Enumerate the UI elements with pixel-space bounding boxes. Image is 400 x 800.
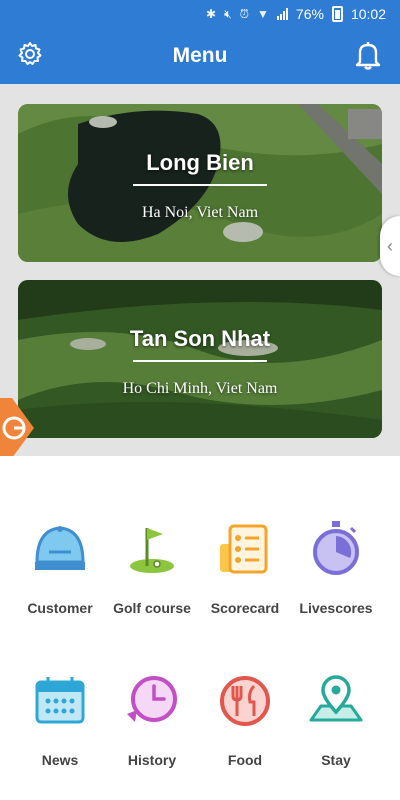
- cap-icon: [35, 526, 85, 570]
- mute-icon: 🔇︎: [224, 6, 232, 21]
- menu-grid: Customer Golf course Scorecard Livescore…: [0, 456, 400, 800]
- wifi-icon: ▼: [257, 7, 269, 21]
- card-overlay: [18, 104, 382, 262]
- chevron-left-icon: ‹: [387, 235, 393, 256]
- course-location: Ha Noi, Viet Nam: [141, 204, 259, 221]
- alarm-icon: ⏰︎: [239, 6, 250, 21]
- menu-label: Stay: [321, 752, 351, 768]
- golf-flag-icon: [130, 528, 174, 573]
- calendar-icon: [35, 677, 85, 724]
- card-overlay: [18, 280, 382, 438]
- menu-item-scorecard[interactable]: Scorecard: [195, 518, 295, 616]
- menu-item-golf-course[interactable]: Golf course: [102, 518, 202, 616]
- side-drawer-handle[interactable]: ‹: [380, 216, 400, 276]
- stopwatch-icon: [313, 521, 359, 575]
- divider: [133, 184, 267, 186]
- signal-icon: [276, 8, 288, 20]
- menu-item-stay[interactable]: Stay: [286, 670, 386, 768]
- toolbar: Menu: [0, 28, 400, 84]
- status-bar: ✱ 🔇︎ ⏰︎ ▼ 76% 10:02: [0, 0, 400, 28]
- menu-item-food[interactable]: Food: [195, 670, 295, 768]
- menu-label: Food: [227, 752, 263, 768]
- course-name: Tan Son Nhat: [129, 326, 271, 351]
- course-card-long-bien[interactable]: Long Bien Ha Noi, Viet Nam: [18, 104, 382, 262]
- menu-label: Scorecard: [210, 600, 280, 616]
- bell-icon[interactable]: [354, 40, 382, 70]
- floating-g-tab[interactable]: [0, 398, 34, 458]
- menu-label: Golf course: [113, 600, 191, 616]
- course-name: Long Bien: [146, 150, 254, 175]
- course-card-tan-son-nhat[interactable]: Tan Son Nhat Ho Chi Minh, Viet Nam: [18, 280, 382, 438]
- fork-knife-icon: [220, 676, 270, 726]
- divider: [133, 360, 267, 362]
- battery-percent: 76%: [295, 6, 324, 22]
- menu-label: History: [127, 752, 177, 768]
- clock: 10:02: [350, 6, 386, 22]
- scorecard-icon: [220, 524, 268, 574]
- menu-item-history[interactable]: History: [102, 670, 202, 768]
- bluetooth-icon: ✱: [206, 7, 217, 21]
- menu-label: Customer: [27, 600, 93, 616]
- map-pin-icon: [309, 675, 363, 722]
- history-clock-icon: [127, 676, 177, 722]
- menu-label: News: [41, 752, 79, 768]
- menu-item-customer[interactable]: Customer: [10, 518, 110, 616]
- menu-item-news[interactable]: News: [10, 670, 110, 768]
- page-title: Menu: [172, 44, 228, 67]
- course-location: Ho Chi Minh, Viet Nam: [122, 380, 278, 397]
- battery-icon: [331, 6, 343, 22]
- menu-label: Livescores: [299, 600, 373, 616]
- app-header: ✱ 🔇︎ ⏰︎ ▼ 76% 10:02 Menu: [0, 0, 400, 84]
- course-list: Long Bien Ha Noi, Viet Nam Tan Son Nhat …: [0, 84, 400, 456]
- gear-icon[interactable]: [16, 40, 44, 68]
- menu-item-livescores[interactable]: Livescores: [286, 518, 386, 616]
